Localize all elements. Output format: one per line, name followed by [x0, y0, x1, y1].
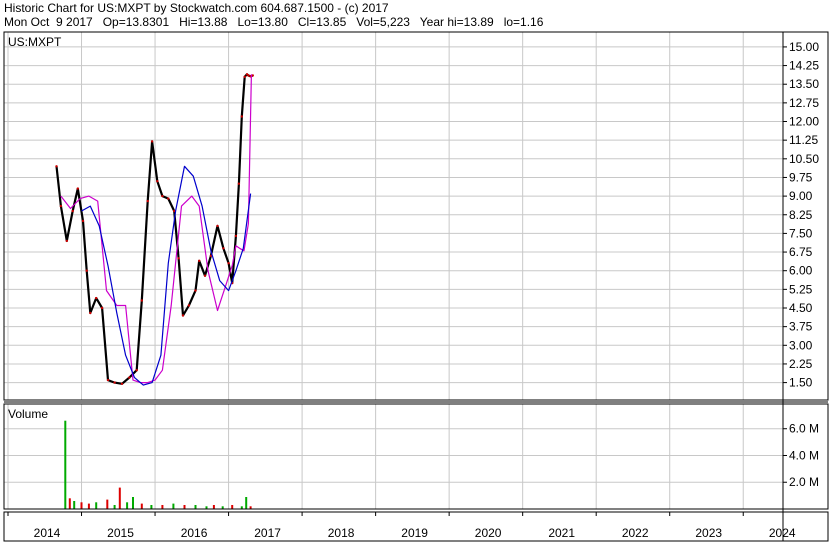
volume-bar: [95, 502, 98, 509]
year-tick-label: 2020: [475, 526, 502, 540]
volume-bar: [150, 505, 153, 509]
price-point: [106, 378, 110, 382]
short-moving-average-line: [60, 74, 252, 384]
volume-bar: [231, 505, 234, 509]
volume-bar: [172, 503, 175, 509]
price-tick-label: 2.25: [789, 357, 813, 371]
price-tick-label: 7.50: [789, 226, 813, 240]
price-tick-label: 9.75: [789, 170, 813, 184]
year-tick-label: 2016: [181, 526, 208, 540]
price-tick-label: 9.00: [789, 189, 813, 203]
volume-bar: [161, 505, 164, 509]
price-point: [100, 306, 104, 310]
price-point: [55, 165, 58, 168]
chart-labels: US:MXPT Volume: [8, 35, 62, 421]
price-point: [71, 209, 74, 213]
year-tick-label: 2015: [107, 526, 134, 540]
price-tick-label: 1.50: [789, 376, 813, 390]
price-point: [156, 180, 159, 183]
price-tick-label: 6.00: [789, 264, 813, 278]
price-tick-label: 14.25: [789, 59, 819, 73]
volume-bar: [140, 503, 143, 509]
volume-panel-label: Volume: [8, 407, 48, 421]
price-tick-label: 3.00: [789, 338, 813, 352]
price-point: [81, 219, 85, 223]
price-point: [234, 234, 238, 238]
price-tick-label: 12.00: [789, 115, 819, 129]
price-point: [95, 296, 98, 300]
volume-bar: [245, 497, 248, 509]
volume-tick-label: 4.0 M: [789, 448, 819, 462]
price-point: [247, 74, 250, 77]
price-tick-label: 8.25: [789, 208, 813, 222]
year-tick-label: 2017: [254, 526, 281, 540]
price-point: [65, 239, 69, 243]
volume-bar: [68, 498, 71, 509]
price-point: [222, 247, 225, 250]
price-point: [181, 314, 185, 317]
price-point: [167, 197, 170, 200]
long-moving-average-line: [81, 165, 252, 386]
price-tick-label: 12.75: [789, 96, 819, 110]
price-point: [177, 257, 180, 260]
grid-lines: [4, 32, 783, 509]
volume-bar: [113, 505, 116, 509]
price-point: [59, 204, 63, 208]
price-point: [85, 269, 88, 272]
price-tick-label: 3.75: [789, 320, 813, 334]
volume-bar: [183, 505, 186, 509]
price-point: [128, 376, 131, 379]
price-point: [198, 259, 201, 262]
price-tick-label: 13.50: [789, 77, 819, 91]
year-tick-label: 2022: [622, 526, 649, 540]
year-tick-label: 2019: [401, 526, 428, 540]
price-point: [76, 187, 80, 190]
price-point: [243, 75, 246, 79]
chart-axes: 2014 2015 2016 2017 2018 2019 2020 2021 2022 2023…: [3, 31, 829, 542]
price-tick-label: 5.25: [789, 282, 813, 296]
price-tick-label: 15.00: [789, 40, 819, 54]
price-point: [89, 311, 92, 315]
price-point: [216, 224, 219, 228]
price-point: [194, 289, 197, 292]
volume-bar: [64, 420, 67, 509]
volume-bar: [126, 502, 129, 509]
price-point: [150, 140, 154, 143]
year-tick-label: 2024: [769, 526, 796, 540]
price-point: [227, 262, 230, 265]
price-tick-label: 6.75: [789, 245, 813, 259]
volume-tick-label: 2.0 M: [789, 475, 819, 489]
price-tick-label: 10.50: [789, 152, 819, 166]
price-point: [135, 369, 138, 372]
price-point: [113, 381, 116, 384]
volume-bar: [118, 487, 121, 509]
price-point: [240, 115, 243, 118]
price-point: [146, 199, 149, 203]
volume-bar: [106, 499, 109, 509]
volume-bar: [80, 502, 83, 509]
volume-bar: [212, 505, 215, 509]
price-point: [237, 182, 241, 185]
year-tick-label: 2014: [34, 526, 61, 540]
stock-chart: 2014 2015 2016 2017 2018 2019 2020 2021 2022 2023…: [3, 31, 829, 542]
volume-plot: [64, 420, 252, 509]
volume-tick-label: 6.0 M: [789, 422, 819, 436]
price-point: [120, 382, 124, 385]
price-point: [203, 274, 207, 277]
price-panel-label: US:MXPT: [8, 35, 62, 49]
volume-bar: [194, 505, 197, 509]
year-tick-label: 2023: [695, 526, 722, 540]
price-point: [161, 194, 164, 198]
volume-bar: [132, 497, 134, 509]
price-point: [140, 299, 143, 302]
price-point: [187, 304, 191, 307]
year-tick-label: 2018: [328, 526, 355, 540]
volume-bar: [87, 503, 90, 509]
volume-bar: [73, 501, 76, 509]
year-tick-label: 2021: [548, 526, 575, 540]
price-tick-label: 11.25: [789, 133, 818, 147]
volume-panel-frame: [3, 403, 829, 510]
price-tick-label: 4.50: [789, 301, 813, 315]
